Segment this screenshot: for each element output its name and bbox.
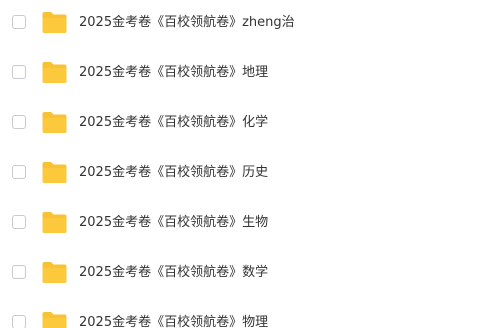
row-checkbox[interactable] [12,315,26,328]
row-checkbox[interactable] [12,15,26,29]
folder-icon [41,11,68,34]
file-name[interactable]: 2025金考卷《百校领航卷》历史 [79,163,268,183]
file-row[interactable]: 2025金考卷《百校领航卷》历史 [0,153,485,193]
row-checkbox[interactable] [12,115,26,129]
row-checkbox[interactable] [12,65,26,79]
file-row[interactable]: 2025金考卷《百校领航卷》物理 [0,303,485,328]
row-checkbox[interactable] [12,265,26,279]
file-row[interactable]: 2025金考卷《百校领航卷》地理 [0,53,485,93]
row-checkbox[interactable] [12,165,26,179]
file-name[interactable]: 2025金考卷《百校领航卷》zheng治 [79,13,295,33]
folder-icon [41,61,68,84]
folder-icon [41,111,68,134]
row-checkbox[interactable] [12,215,26,229]
file-name[interactable]: 2025金考卷《百校领航卷》化学 [79,113,268,133]
file-list: 2025金考卷《百校领航卷》zheng治 2025金考卷《百校领航卷》地理 20… [0,0,485,328]
file-row[interactable]: 2025金考卷《百校领航卷》化学 [0,103,485,143]
file-row[interactable]: 2025金考卷《百校领航卷》zheng治 [0,3,485,43]
file-name[interactable]: 2025金考卷《百校领航卷》地理 [79,63,268,83]
file-row[interactable]: 2025金考卷《百校领航卷》生物 [0,203,485,243]
folder-icon [41,311,68,328]
file-name[interactable]: 2025金考卷《百校领航卷》生物 [79,213,268,233]
folder-icon [41,211,68,234]
folder-icon [41,261,68,284]
file-name[interactable]: 2025金考卷《百校领航卷》数学 [79,263,268,283]
file-row[interactable]: 2025金考卷《百校领航卷》数学 [0,253,485,293]
folder-icon [41,161,68,184]
file-name[interactable]: 2025金考卷《百校领航卷》物理 [79,313,268,328]
